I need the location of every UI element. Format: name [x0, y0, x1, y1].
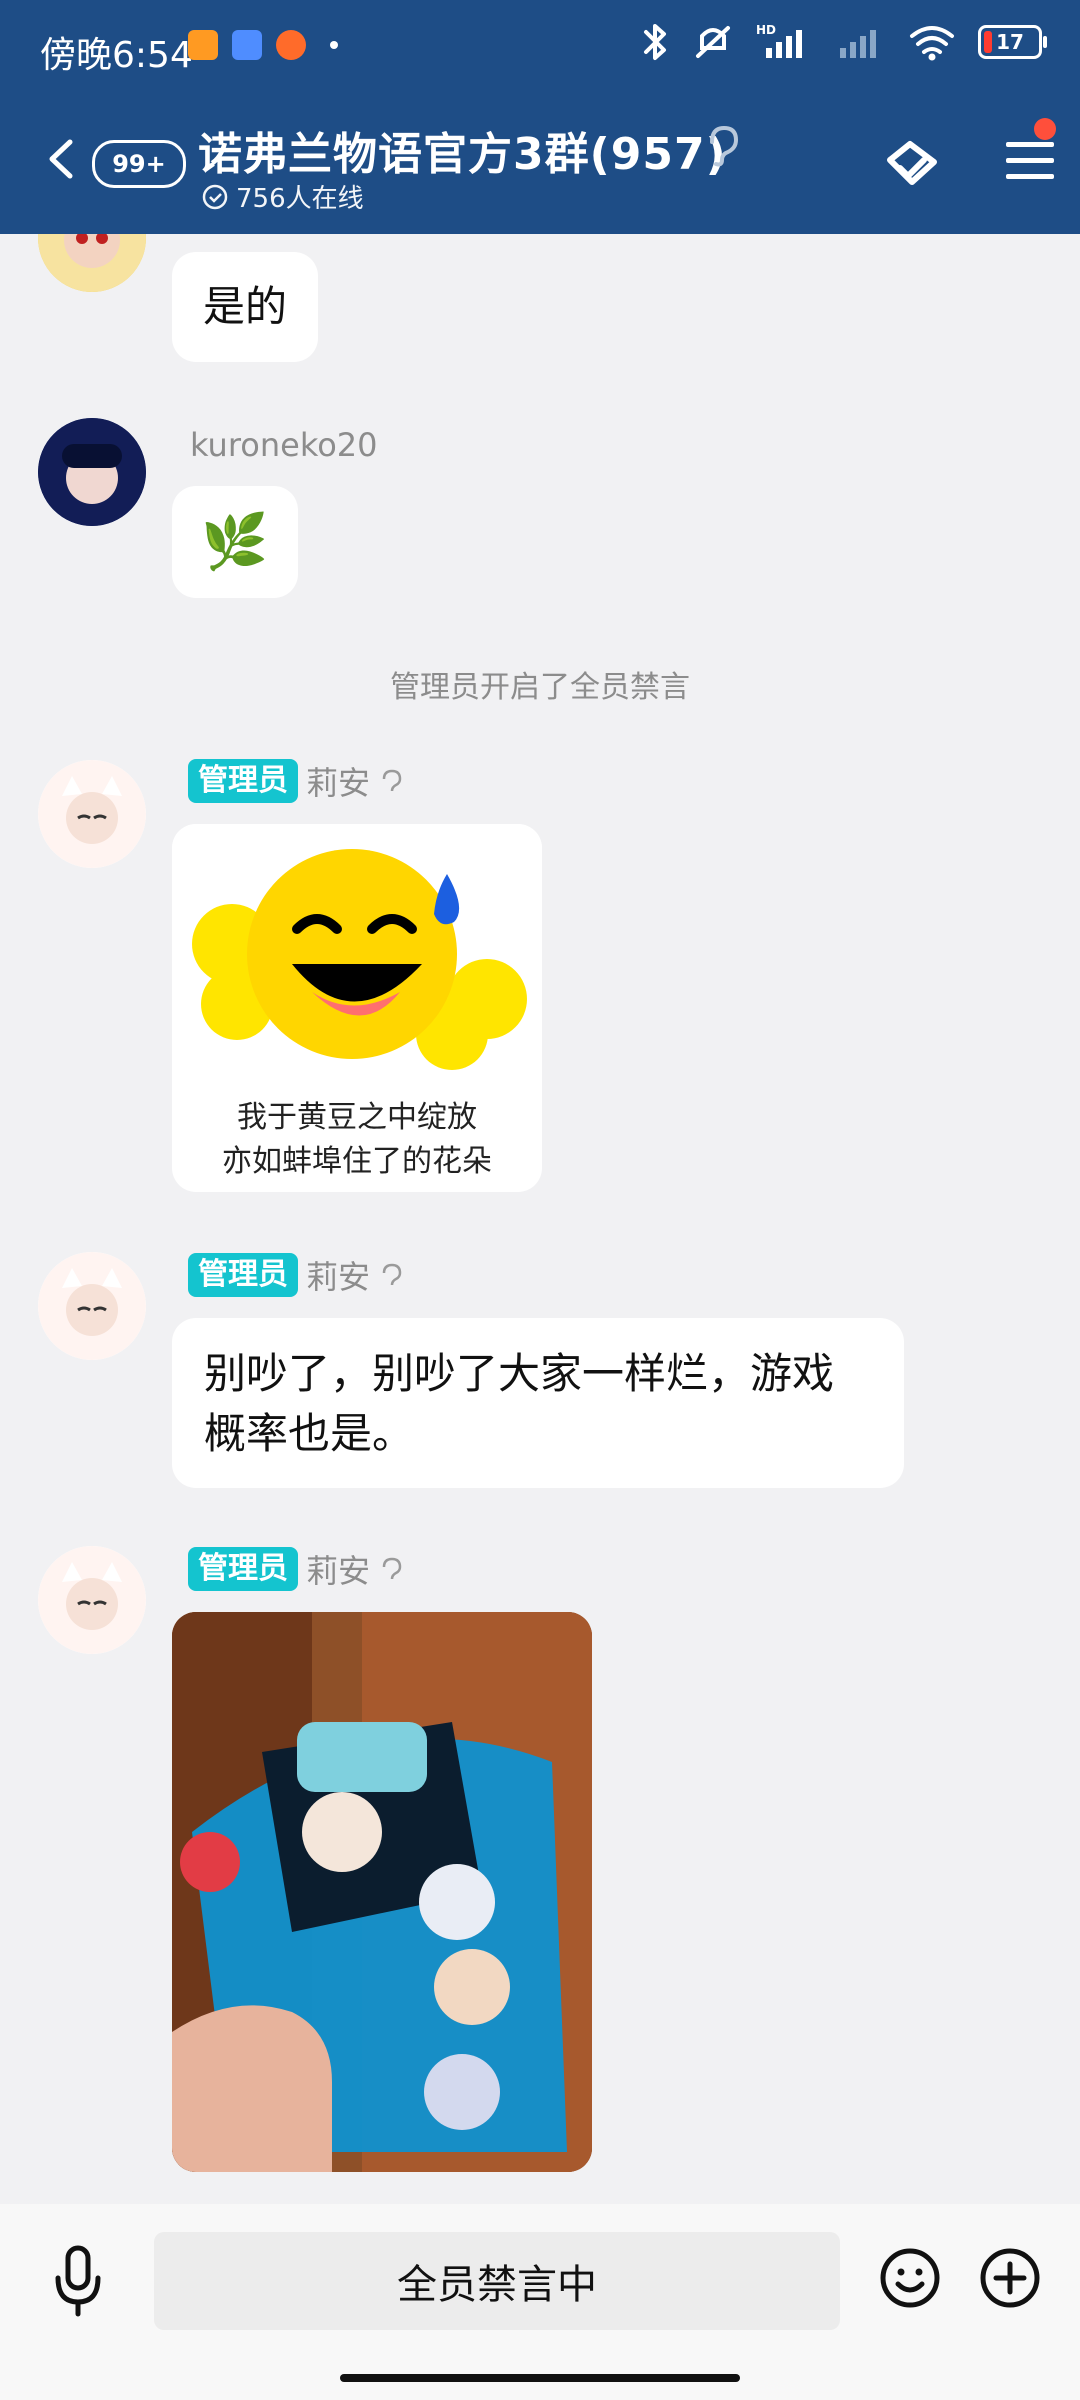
avatar-character-icon: [38, 760, 146, 868]
ear-small-icon: [382, 769, 402, 792]
avatar-character-icon: [38, 418, 146, 526]
voice-chat-icon[interactable]: [880, 134, 944, 198]
message-bubble[interactable]: 别吵了，别吵了大家一样烂，游戏概率也是。: [172, 1318, 904, 1488]
battery-percent: 17: [996, 30, 1024, 54]
sender-name: 莉安: [306, 1258, 371, 1296]
avatar[interactable]: [38, 234, 146, 292]
ear-small-icon: [382, 1263, 402, 1286]
sender-name: kuroneko20: [190, 426, 378, 464]
toy-photo: [172, 1612, 592, 2172]
microphone-icon[interactable]: [50, 2244, 106, 2320]
message-text: 别吵了，别吵了大家一样烂，游戏概率也是。: [204, 1349, 835, 1458]
status-app-icons: [188, 30, 338, 60]
svg-text:HD: HD: [756, 23, 776, 37]
status-time: 傍晚6:54: [40, 35, 193, 76]
laughing-emoji-sticker: [172, 824, 542, 1084]
menu-notification-dot: [1034, 118, 1056, 140]
home-indicator: [340, 2374, 740, 2382]
sticker-bubble[interactable]: 我于黄豆之中绽放 亦如蚌埠住了的花朵: [172, 824, 542, 1192]
battery-indicator: 17: [978, 25, 1047, 59]
status-right: HD 17: [640, 22, 1047, 62]
video-app-icon: [188, 30, 218, 60]
signal-icon: [840, 30, 876, 58]
menu-icon[interactable]: [1004, 136, 1056, 184]
signal-hd-icon: HD: [756, 23, 802, 58]
wifi-icon: [910, 26, 954, 61]
unread-badge[interactable]: 99+: [92, 140, 186, 188]
sticker-caption-line-2: 亦如蚌埠住了的花朵: [222, 1144, 492, 1179]
sender-name: 莉安: [306, 764, 371, 802]
message-input[interactable]: 全员禁言中: [154, 2232, 840, 2330]
avatar[interactable]: [38, 760, 146, 868]
group-title[interactable]: 诺弗兰物语官方3群(957): [198, 118, 727, 182]
avatar-character-icon: [38, 1546, 146, 1654]
ear-small-icon: [382, 1557, 402, 1580]
squirrel-app-icon: [276, 30, 306, 60]
top-bar: 傍晚6:54 HD 17 99+ 诺弗兰物语官方3群(957) 756人在线: [0, 0, 1080, 234]
message-text: 是的: [202, 282, 287, 331]
role-tag: 管理员: [188, 1547, 298, 1591]
sticker-caption: 我于黄豆之中绽放 亦如蚌埠住了的花朵: [172, 1096, 542, 1184]
sender-row: 管理员 莉安: [188, 758, 406, 804]
online-check-icon: [202, 184, 228, 209]
sticker-caption-line-1: 我于黄豆之中绽放: [237, 1100, 477, 1135]
online-status: 756人在线: [202, 178, 364, 215]
sender-row: kuroneko20: [190, 426, 378, 464]
mute-icon: [696, 26, 730, 58]
ear-icon[interactable]: [702, 124, 742, 168]
battery-level-fill: [984, 31, 992, 53]
emoji-icon[interactable]: [878, 2246, 942, 2310]
sender-row: 管理员 莉安: [188, 1252, 406, 1298]
message-bubble[interactable]: 🌿: [172, 486, 298, 598]
avatar[interactable]: [38, 1546, 146, 1654]
sender-name: 莉安: [306, 1552, 371, 1590]
bluetooth-icon: [644, 24, 666, 60]
chat-area[interactable]: 是的 kuroneko20 🌿 管理员开启了全员禁言 管理员 莉安 我于黄豆之中…: [0, 234, 1080, 2204]
system-message: 管理员开启了全员禁言: [390, 670, 690, 705]
dot-icon: [330, 41, 338, 49]
role-tag: 管理员: [188, 759, 298, 803]
avatar[interactable]: [38, 418, 146, 526]
plant-emoji: 🌿: [201, 510, 269, 573]
plus-icon[interactable]: [978, 2246, 1042, 2310]
message-bubble[interactable]: 是的: [172, 252, 318, 362]
avatar[interactable]: [38, 1252, 146, 1360]
sender-row: 管理员 莉安: [188, 1546, 406, 1592]
avatar-character-icon: [38, 1252, 146, 1360]
photo-bubble[interactable]: [172, 1612, 592, 2172]
avatar-character-icon: [38, 234, 146, 292]
calendar-app-icon: [232, 30, 262, 60]
bottom-bar: 全员禁言中: [0, 2204, 1080, 2400]
online-count: 756人在线: [236, 184, 364, 214]
back-icon[interactable]: [42, 138, 84, 180]
role-tag: 管理员: [188, 1253, 298, 1297]
